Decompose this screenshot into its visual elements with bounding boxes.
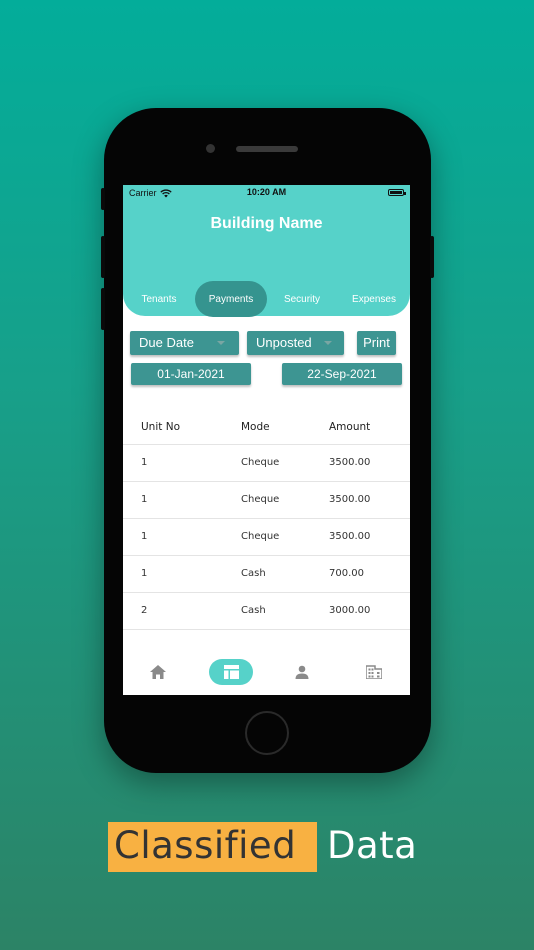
cell-unit-no: 1 (141, 457, 148, 468)
status-value: Unposted (256, 335, 312, 350)
cell-mode: Cash (241, 605, 266, 616)
payments-table: Unit No Mode Amount 1 Cheque 3500.00 1 C… (123, 409, 410, 630)
app-header: Carrier 10:20 AM Building Name Tenants P… (123, 185, 410, 317)
caption-word: Data (327, 824, 418, 867)
earpiece-speaker (236, 146, 298, 152)
promo-caption: Classified Data (0, 820, 534, 874)
battery-icon (388, 189, 406, 196)
column-header-amount: Amount (329, 421, 371, 433)
cell-mode: Cheque (241, 531, 280, 542)
nav-home[interactable] (143, 659, 173, 685)
volume-up-button (101, 236, 105, 278)
table-header: Unit No Mode Amount (123, 409, 410, 445)
chevron-down-icon (324, 341, 332, 345)
mute-switch (101, 188, 105, 210)
date-type-value: Due Date (139, 335, 194, 350)
bottom-nav (123, 651, 410, 695)
power-button (430, 236, 434, 278)
table-row[interactable]: 2 Cash 3000.00 (123, 593, 410, 630)
tab-expenses[interactable]: Expenses (345, 281, 403, 317)
cell-mode: Cash (241, 568, 266, 579)
table-row[interactable]: 1 Cheque 3500.00 (123, 482, 410, 519)
cell-mode: Cheque (241, 494, 280, 505)
cell-unit-no: 1 (141, 568, 148, 579)
chevron-down-icon (217, 341, 225, 345)
cell-amount: 3500.00 (329, 531, 371, 542)
cell-amount: 3500.00 (329, 457, 371, 468)
table-row[interactable]: 1 Cash 700.00 (123, 556, 410, 593)
app-screen: Carrier 10:20 AM Building Name Tenants P… (123, 185, 410, 695)
tab-tenants[interactable]: Tenants (131, 281, 187, 317)
date-range-row: 01-Jan-2021 22-Sep-2021 (123, 363, 410, 387)
column-header-mode: Mode (241, 421, 270, 433)
cell-amount: 3000.00 (329, 605, 371, 616)
table-row[interactable]: 1 Cheque 3500.00 (123, 519, 410, 556)
person-icon (295, 665, 309, 679)
caption-highlight-word: Classified (114, 824, 297, 867)
cell-unit-no: 1 (141, 494, 148, 505)
tab-payments[interactable]: Payments (195, 281, 267, 317)
status-time: 10:20 AM (246, 187, 287, 197)
volume-down-button (101, 288, 105, 330)
nav-dashboard[interactable] (209, 659, 253, 685)
table-row[interactable]: 1 Cheque 3500.00 (123, 445, 410, 482)
home-icon (150, 665, 166, 679)
date-type-dropdown[interactable]: Due Date (130, 331, 239, 355)
from-date-button[interactable]: 01-Jan-2021 (131, 363, 251, 385)
nav-profile[interactable] (287, 659, 317, 685)
cell-unit-no: 1 (141, 531, 148, 542)
cell-unit-no: 2 (141, 605, 148, 616)
nav-buildings[interactable] (359, 659, 389, 685)
column-header-unit-no: Unit No (141, 421, 180, 433)
cell-amount: 700.00 (329, 568, 364, 579)
filter-row: Due Date Unposted Print (123, 331, 410, 357)
to-date-button[interactable]: 22-Sep-2021 (282, 363, 402, 385)
page-title: Building Name (210, 215, 323, 232)
status-bar: Carrier 10:20 AM (123, 185, 410, 201)
cell-amount: 3500.00 (329, 494, 371, 505)
building-icon (366, 665, 382, 679)
home-button[interactable] (245, 711, 289, 755)
tab-bar: Tenants Payments Security Expenses (123, 281, 410, 317)
cell-mode: Cheque (241, 457, 280, 468)
dashboard-icon (223, 665, 239, 679)
tab-security[interactable]: Security (275, 281, 329, 317)
status-dropdown[interactable]: Unposted (247, 331, 344, 355)
front-camera (206, 144, 215, 153)
print-button[interactable]: Print (357, 331, 396, 355)
